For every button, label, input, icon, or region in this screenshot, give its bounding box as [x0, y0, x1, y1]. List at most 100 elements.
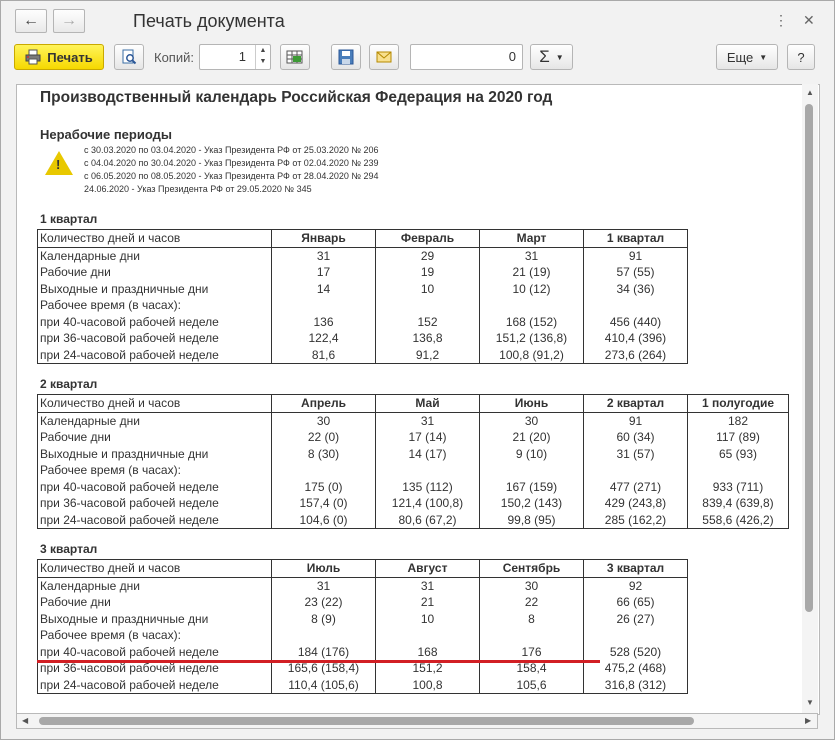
- table-cell: 14: [271, 280, 376, 297]
- table-cell: 528 (520): [583, 643, 688, 660]
- more-button[interactable]: Еще ▼: [716, 44, 778, 70]
- nonwork-period: с 30.03.2020 по 03.04.2020 - Указ Презид…: [84, 145, 379, 155]
- sum-mode-dropdown[interactable]: Σ ▼: [530, 44, 573, 70]
- table-cell: [583, 297, 688, 314]
- table-settings-icon: [286, 50, 303, 64]
- header-cell: Август: [375, 559, 480, 578]
- table-cell: 30: [271, 412, 376, 429]
- table-cell: 176: [479, 643, 584, 660]
- table-cell: 23 (22): [271, 594, 376, 611]
- table-row: Рабочие дни 23 (22) 21 22 66 (65): [37, 594, 688, 611]
- row-label: Рабочие дни: [37, 264, 272, 281]
- row-label: при 40-часовой рабочей неделе: [37, 643, 272, 660]
- table-cell: 31: [271, 577, 376, 594]
- scroll-right-icon[interactable]: ▶: [805, 716, 811, 725]
- table-row: при 40-часовой рабочей неделе 184 (176) …: [37, 643, 688, 660]
- quarter-2-table: Количество дней и часов Апрель Май Июнь …: [37, 394, 789, 529]
- table-cell: 26 (27): [583, 610, 688, 627]
- header-cell: Май: [375, 394, 480, 413]
- table-cell: 17 (14): [375, 429, 480, 446]
- horizontal-scroll-thumb[interactable]: [39, 717, 694, 725]
- table-cell: 81,6: [271, 346, 376, 364]
- header-cell: Февраль: [375, 229, 480, 248]
- back-button[interactable]: ←: [15, 9, 47, 33]
- table-cell: 121,4 (100,8): [375, 495, 480, 512]
- help-button[interactable]: ?: [787, 44, 815, 70]
- table-row: Календарные дни 31 29 31 91: [37, 247, 688, 264]
- scroll-left-icon[interactable]: ◀: [22, 716, 28, 725]
- document-area[interactable]: Производственный календарь Российская Фе…: [16, 84, 820, 715]
- table-cell: 100,8: [375, 676, 480, 694]
- scroll-down-icon[interactable]: ▼: [806, 698, 814, 707]
- row-label: при 24-часовой рабочей неделе: [37, 676, 272, 694]
- table-cell: 22 (0): [271, 429, 376, 446]
- table-cell: 91,2: [375, 346, 480, 364]
- table-cell: 21: [375, 594, 480, 611]
- header-cell: Июль: [271, 559, 376, 578]
- table-cell: 136: [271, 313, 376, 330]
- table-cell: 91: [583, 412, 688, 429]
- table-row: Рабочее время (в часах):: [37, 462, 789, 479]
- row-label: при 24-часовой рабочей неделе: [37, 346, 272, 364]
- table-row: при 24-часовой рабочей неделе 81,6 91,2 …: [37, 346, 688, 364]
- quarter-2-title: 2 квартал: [40, 377, 98, 391]
- table-settings-button[interactable]: [280, 44, 310, 70]
- table-cell: 34 (36): [583, 280, 688, 297]
- kebab-menu-icon[interactable]: ⋮: [774, 12, 788, 29]
- table-cell: 100,8 (91,2): [479, 346, 584, 364]
- toolbar: Печать Копий: 1 ▲ ▼ 0 Σ ▼ Еще ▼ ?: [1, 41, 834, 77]
- copies-stepper[interactable]: ▲ ▼: [255, 45, 270, 69]
- header-cell: Количество дней и часов: [37, 394, 272, 413]
- horizontal-scrollbar[interactable]: ◀ ▶: [16, 713, 818, 729]
- preview-button[interactable]: [114, 44, 144, 70]
- scroll-up-icon[interactable]: ▲: [806, 88, 814, 97]
- table-cell: [583, 627, 688, 644]
- table-cell: 8: [479, 610, 584, 627]
- table-cell: [375, 297, 480, 314]
- vertical-scrollbar[interactable]: ▲ ▼: [802, 84, 818, 713]
- table-cell: 80,6 (67,2): [375, 511, 480, 529]
- table-cell: 31: [375, 412, 480, 429]
- table-row: Рабочее время (в часах):: [37, 297, 688, 314]
- table-cell: 168: [375, 643, 480, 660]
- forward-button[interactable]: →: [53, 9, 85, 33]
- row-label: Календарные дни: [37, 247, 272, 264]
- table-row: Календарные дни 30 31 30 91 182: [37, 412, 789, 429]
- title-bar: ← → Печать документа ⋮ ✕: [1, 1, 834, 41]
- send-email-button[interactable]: [369, 44, 399, 70]
- row-label: Рабочие дни: [37, 429, 272, 446]
- table-cell: [375, 462, 480, 479]
- row-label: при 36-часовой рабочей неделе: [37, 495, 272, 512]
- vertical-scroll-thumb[interactable]: [805, 104, 813, 612]
- quarter-1-table: Количество дней и часов Январь Февраль М…: [37, 229, 688, 364]
- table-cell: 152: [375, 313, 480, 330]
- table-cell: 316,8 (312): [583, 676, 688, 694]
- table-cell: 182: [687, 412, 789, 429]
- table-cell: 99,8 (95): [479, 511, 584, 529]
- table-row: при 24-часовой рабочей неделе 110,4 (105…: [37, 676, 688, 694]
- table-cell: [479, 627, 584, 644]
- quarter-3-title: 3 квартал: [40, 542, 98, 556]
- save-button[interactable]: [331, 44, 361, 70]
- table-cell: 31: [271, 247, 376, 264]
- header-cell: Количество дней и часов: [37, 229, 272, 248]
- table-row: Рабочие дни 22 (0) 17 (14) 21 (20) 60 (3…: [37, 429, 789, 446]
- sum-field: 0: [410, 44, 523, 70]
- header-cell: Апрель: [271, 394, 376, 413]
- print-button[interactable]: Печать: [14, 44, 104, 70]
- table-cell: 105,6: [479, 676, 584, 694]
- header-cell: 3 квартал: [583, 559, 688, 578]
- table-cell: 839,4 (639,8): [687, 495, 789, 512]
- table-cell: 933 (711): [687, 478, 789, 495]
- table-cell: 29: [375, 247, 480, 264]
- table-cell: 285 (162,2): [583, 511, 688, 529]
- table-cell: [687, 462, 789, 479]
- table-cell: 10 (12): [479, 280, 584, 297]
- table-cell: 558,6 (426,2): [687, 511, 789, 529]
- table-row: Календарные дни 31 31 30 92: [37, 577, 688, 594]
- table-cell: 8 (30): [271, 445, 376, 462]
- close-icon[interactable]: ✕: [803, 12, 815, 29]
- table-cell: 21 (20): [479, 429, 584, 446]
- table-row: при 36-часовой рабочей неделе 157,4 (0) …: [37, 495, 789, 512]
- table-row: Выходные и праздничные дни 8 (9) 10 8 26…: [37, 610, 688, 627]
